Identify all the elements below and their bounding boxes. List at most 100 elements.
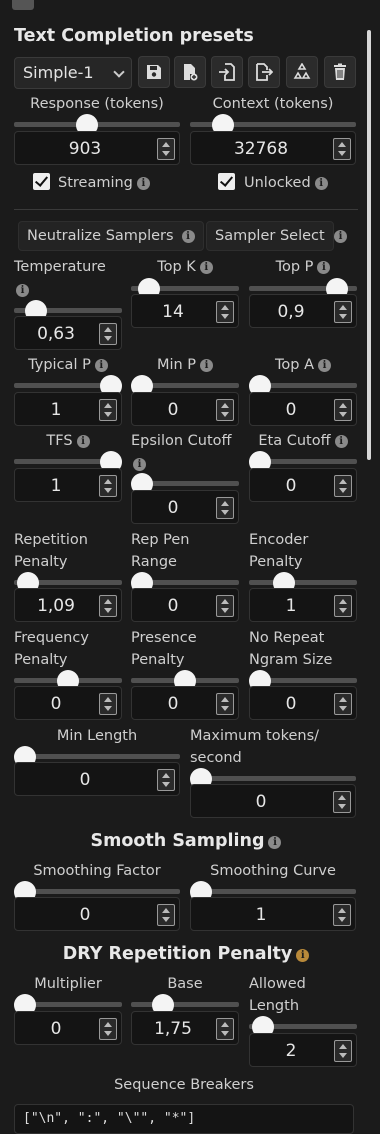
encoder-penalty-value: 1 [285, 596, 297, 616]
dry-heading: DRY Repetition Penalty i [0, 944, 372, 964]
smoothing-curve-input[interactable]: 1 [190, 897, 356, 931]
spinner[interactable] [334, 475, 352, 497]
allowed-length-input[interactable]: 2 [249, 1033, 357, 1067]
spinner[interactable] [333, 904, 351, 926]
spinner[interactable] [99, 399, 117, 421]
spinner[interactable] [333, 138, 351, 160]
eta-cutoff-label: Eta Cutoff i [249, 430, 357, 452]
info-icon[interactable]: i [296, 949, 310, 962]
info-icon[interactable]: i [94, 359, 108, 372]
top-k-input[interactable]: 14 [131, 294, 239, 328]
spinner[interactable] [334, 595, 352, 617]
info-icon[interactable]: i [314, 177, 328, 190]
spinner[interactable] [216, 693, 234, 715]
no-repeat-ngram-input[interactable]: 0 [249, 686, 357, 720]
min-p-input[interactable]: 0 [131, 392, 239, 426]
max-tokens-second-label: Maximum tokens/ second [190, 728, 320, 766]
max-tokens-second-input[interactable]: 0 [190, 784, 356, 818]
no-repeat-ngram-value: 0 [285, 694, 297, 714]
info-icon[interactable]: i [318, 359, 331, 372]
multiplier-input[interactable]: 0 [14, 1011, 122, 1045]
neutralize-samplers-button[interactable]: Neutralize Samplers i [18, 221, 204, 251]
info-icon[interactable]: i [136, 177, 150, 190]
unlocked-label-text: Unlocked [244, 175, 311, 191]
spinner[interactable] [99, 1018, 117, 1040]
info-icon[interactable]: i [181, 230, 195, 243]
presets-panel: Text Completion presets Simple-1 Respons… [0, 0, 372, 1134]
tfs-input[interactable]: 1 [14, 468, 122, 502]
base-value: 1,75 [154, 1019, 192, 1039]
tfs-label-text: TFS [46, 433, 73, 449]
spinner[interactable] [99, 693, 117, 715]
restore-preset-button[interactable] [286, 56, 318, 88]
delete-preset-button[interactable] [324, 56, 356, 88]
base-input[interactable]: 1,75 [131, 1011, 239, 1045]
min-p-value: 0 [167, 400, 179, 420]
info-icon[interactable]: i [268, 836, 282, 849]
repetition-penalty-input[interactable]: 1,09 [14, 588, 122, 622]
context-input[interactable]: 32768 [190, 131, 356, 165]
streaming-checkbox[interactable] [33, 173, 50, 190]
info-icon[interactable]: i [334, 435, 348, 448]
info-icon[interactable]: i [317, 261, 331, 274]
streaming-label-text: Streaming [58, 175, 133, 191]
spinner[interactable] [216, 301, 234, 323]
frequency-penalty-input[interactable]: 0 [14, 686, 122, 720]
unlocked-label: Unlocked i [244, 172, 328, 194]
info-icon[interactable]: i [16, 284, 29, 297]
sequence-breakers-input[interactable]: ["\n", ":", "\"", "*"] [14, 1104, 354, 1134]
slider-track [249, 580, 357, 585]
tfs-value: 1 [50, 476, 62, 496]
export-preset-button[interactable] [248, 56, 280, 88]
spinner[interactable] [334, 1040, 352, 1062]
spinner[interactable] [157, 138, 175, 160]
new-preset-button[interactable] [174, 56, 206, 88]
spinner[interactable] [99, 323, 117, 345]
top-a-input[interactable]: 0 [249, 392, 357, 426]
spinner[interactable] [99, 595, 117, 617]
info-icon[interactable]: i [334, 230, 347, 243]
info-icon[interactable]: i [133, 458, 146, 471]
epsilon-cutoff-input[interactable]: 0 [131, 490, 239, 524]
typical-p-input[interactable]: 1 [14, 392, 122, 426]
sampler-select-button[interactable]: Sampler Select [206, 221, 334, 251]
encoder-penalty-input[interactable]: 1 [249, 588, 357, 622]
spinner[interactable] [334, 301, 352, 323]
info-icon[interactable]: i [76, 435, 90, 448]
spinner[interactable] [333, 791, 351, 813]
epsilon-cutoff-value: 0 [167, 498, 179, 518]
rep-pen-range-input[interactable]: 0 [131, 588, 239, 622]
preset-select[interactable]: Simple-1 [14, 57, 132, 89]
streaming-label: Streaming i [58, 172, 150, 194]
rep-pen-range-label: Rep Pen Range [131, 532, 190, 570]
min-p-label: Min Pi [131, 354, 239, 376]
spinner[interactable] [334, 693, 352, 715]
info-icon[interactable]: i [200, 359, 214, 372]
response-input[interactable]: 903 [14, 131, 180, 165]
repetition-penalty-label: Repetition Penalty [14, 532, 88, 570]
import-preset-button[interactable] [211, 56, 243, 88]
info-icon[interactable]: i [199, 261, 213, 274]
spinner[interactable] [216, 399, 234, 421]
min-length-input[interactable]: 0 [14, 762, 180, 796]
temperature-input[interactable]: 0,63 [14, 316, 122, 350]
top-p-input[interactable]: 0,9 [249, 294, 357, 328]
spinner[interactable] [157, 904, 175, 926]
smoothing-curve-value: 1 [255, 905, 267, 925]
smoothing-factor-input[interactable]: 0 [14, 897, 180, 931]
spinner[interactable] [216, 1018, 234, 1040]
top-toggle[interactable] [12, 0, 34, 10]
eta-cutoff-input[interactable]: 0 [249, 468, 357, 502]
save-preset-button[interactable] [138, 56, 170, 88]
spinner[interactable] [334, 399, 352, 421]
multiplier-label: Multiplier [34, 976, 102, 992]
slider-track [14, 889, 180, 894]
spinner[interactable] [157, 769, 175, 791]
spinner[interactable] [216, 497, 234, 519]
spinner[interactable] [216, 595, 234, 617]
presence-penalty-input[interactable]: 0 [131, 686, 239, 720]
unlocked-checkbox[interactable] [218, 173, 235, 190]
spinner[interactable] [99, 475, 117, 497]
typical-p-value: 1 [50, 400, 62, 420]
scrollbar[interactable] [367, 30, 371, 460]
